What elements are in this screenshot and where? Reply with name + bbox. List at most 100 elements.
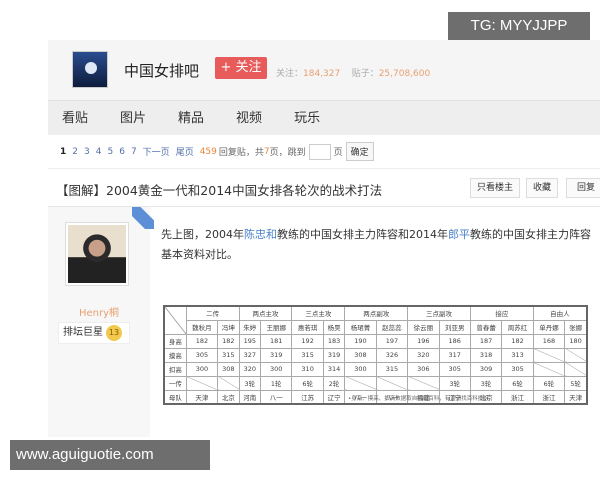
- follow-button[interactable]: + 关注: [215, 57, 267, 79]
- table-cell: 3轮: [438, 375, 471, 391]
- nav-fun[interactable]: 玩乐: [294, 101, 320, 135]
- next-page-link[interactable]: 下一页: [143, 145, 170, 158]
- group-header: 两点副攻: [344, 305, 409, 321]
- watermark-top: TG: MYYJJPP: [448, 12, 590, 40]
- table-cell: 辽宁: [322, 389, 346, 405]
- nav-videos[interactable]: 视频: [236, 101, 262, 135]
- page-6[interactable]: 6: [119, 147, 125, 157]
- jump-page-input[interactable]: [308, 143, 331, 160]
- player-header: 杨珺菁: [344, 319, 377, 335]
- author-name[interactable]: Henry桐: [48, 304, 150, 319]
- nav-images[interactable]: 图片: [120, 101, 146, 135]
- posts-label: 贴子：: [351, 69, 379, 79]
- table-cell: 187: [469, 333, 503, 349]
- table-cell: 315: [375, 361, 409, 377]
- table-cell: [564, 361, 588, 377]
- level-badge: 13: [106, 325, 122, 341]
- table-cell: [375, 375, 409, 391]
- table-cell: 317: [438, 347, 471, 363]
- nav-posts[interactable]: 看贴: [62, 101, 88, 135]
- table-cell: 天津: [564, 389, 588, 405]
- table-cell: 5轮: [564, 375, 588, 391]
- forum-logo[interactable]: [72, 51, 108, 88]
- table-cell: 6轮: [291, 375, 324, 391]
- forum-page: 中国女排吧 + 关注 关注：184,327 贴子：25,708,600 看贴 图…: [48, 40, 600, 440]
- row-label: 一传: [163, 375, 187, 391]
- avatar[interactable]: [65, 222, 129, 286]
- forum-name[interactable]: 中国女排吧: [124, 60, 199, 81]
- pagination: 1 2 3 4 5 6 7 下一页 尾页 459 回复贴，共 7 页，跳到 页 …: [48, 135, 600, 169]
- player-header: 惠若琪: [291, 319, 324, 335]
- table-cell: [532, 347, 566, 363]
- table-cell: 183: [322, 333, 346, 349]
- table-cell: 197: [375, 333, 409, 349]
- page-5[interactable]: 5: [107, 147, 113, 157]
- table-cell: 320: [407, 347, 440, 363]
- row-label: 扣高: [163, 361, 187, 377]
- page-3[interactable]: 3: [84, 147, 90, 157]
- page-7[interactable]: 7: [131, 147, 137, 157]
- table-cell: 318: [469, 347, 503, 363]
- player-header: 徐云丽: [407, 319, 440, 335]
- player-header: 赵蕊蕊: [375, 319, 409, 335]
- table-cell: 300: [260, 361, 293, 377]
- page-1[interactable]: 1: [60, 147, 66, 157]
- table-cell: 195: [238, 333, 262, 349]
- forum-nav: 看贴 图片 精品 视频 玩乐: [48, 100, 600, 135]
- op-ribbon: [132, 207, 154, 229]
- post-text: 教练的中国女排主力阵容和2014年: [277, 228, 448, 241]
- table-cell: 浙江: [501, 389, 534, 405]
- table-cell: 300: [344, 361, 377, 377]
- page-unit: 页: [333, 148, 343, 158]
- favorite-button[interactable]: 收藏: [526, 178, 558, 198]
- link-chen[interactable]: 陈忠和: [244, 228, 277, 241]
- table-row: 身高 182 182 195 181 192 183 190 197 196 186 187 182 16…: [163, 333, 588, 349]
- page-2[interactable]: 2: [72, 147, 78, 157]
- table-cell: 3轮: [238, 375, 262, 391]
- thread-title: 【图解】2004黄金一代和2014中国女排各轮次的战术打法: [56, 183, 383, 198]
- table-cell: 315: [291, 347, 324, 363]
- group-header: 三点副攻: [407, 305, 471, 321]
- table-cell: [532, 361, 566, 377]
- table-cell: 192: [291, 333, 324, 349]
- posts-count: 25,708,600: [378, 69, 431, 79]
- table-cell: 196: [407, 333, 440, 349]
- table-cell: 315: [217, 347, 240, 363]
- table-cell: 186: [438, 333, 471, 349]
- last-page-link[interactable]: 尾页: [176, 145, 194, 158]
- table-cell: 314: [322, 361, 346, 377]
- corner-cell: [163, 305, 187, 335]
- post-content: 先上图，2004年陈忠和教练的中国女排主力阵容和2014年郎平教练的中国女排主力…: [161, 225, 600, 265]
- reply-button[interactable]: 回复: [566, 178, 600, 198]
- player-header: 刘亚男: [438, 319, 471, 335]
- jump-label: 页，跳到: [269, 148, 306, 158]
- watermark-bottom: www.aguiguotie.com: [10, 440, 210, 470]
- group-header: 两点主攻: [238, 305, 293, 321]
- only-op-button[interactable]: 只看楼主: [470, 178, 520, 198]
- table-cell: 308: [344, 347, 377, 363]
- player-header: 张娜: [564, 319, 588, 335]
- page-4[interactable]: 4: [96, 147, 102, 157]
- nav-featured[interactable]: 精品: [178, 101, 204, 135]
- group-header-row: 二传 两点主攻 三点主攻 两点副攻 三点副攻 接应 自由人: [163, 305, 588, 335]
- confirm-button[interactable]: 确定: [345, 142, 374, 161]
- link-lang[interactable]: 郎平: [448, 228, 470, 241]
- table-cell: 6轮: [501, 375, 534, 391]
- table-cell: 305: [185, 347, 219, 363]
- table-cell: 八一: [260, 389, 293, 405]
- followers-label: 关注：: [276, 69, 304, 79]
- group-header: 自由人: [532, 305, 588, 321]
- player-header: 朱婷: [238, 319, 262, 335]
- group-header: 接应: [469, 305, 534, 321]
- table-cell: 6轮: [532, 375, 566, 391]
- lineup-table: 二传 两点主攻 三点主攻 两点副攻 三点副攻 接应 自由人 魏秋月 冯坤 朱婷 王丽娜 惠若琪 杨昊 杨珺…: [163, 305, 588, 405]
- table-row: 一传 3轮 1轮 6轮 2轮 3轮 3轮 6轮 6轮 5轮: [163, 375, 588, 391]
- table-cell: [185, 375, 219, 391]
- post-text: 先上图，2004年: [161, 228, 244, 241]
- table-cell: 182: [217, 333, 240, 349]
- row-label: 身高: [163, 333, 187, 349]
- table-cell: 308: [217, 361, 240, 377]
- followers-count: 184,327: [303, 69, 341, 79]
- table-cell: 310: [291, 361, 324, 377]
- author-title-badge: 排坛巨星 13: [58, 322, 130, 344]
